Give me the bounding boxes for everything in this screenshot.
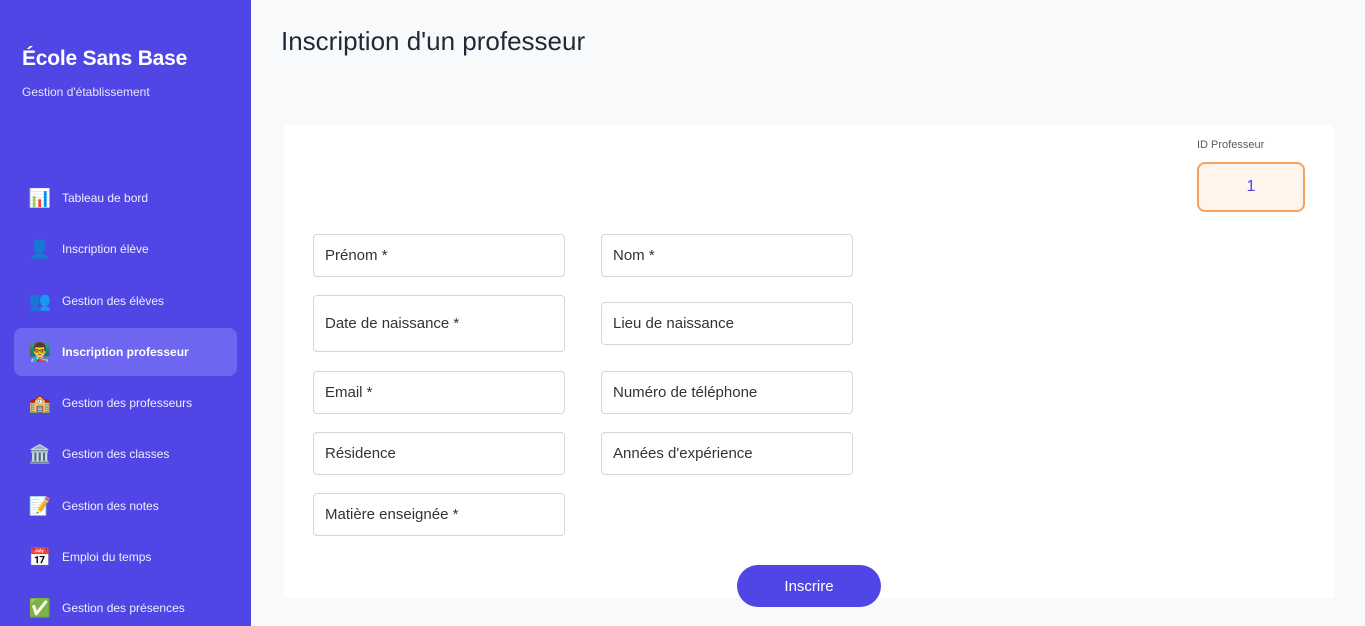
prenom-field[interactable]: Prénom * bbox=[313, 234, 565, 277]
brand-title: École Sans Base bbox=[22, 47, 188, 70]
sidebar-item-gestion-notes[interactable]: 📝 Gestion des notes bbox=[14, 482, 237, 530]
id-professeur-value: 1 bbox=[1197, 162, 1305, 212]
sidebar-item-label: Gestion des élèves bbox=[62, 293, 165, 308]
telephone-field[interactable]: Numéro de téléphone bbox=[601, 371, 853, 414]
sidebar-item-label: Gestion des professeurs bbox=[62, 396, 193, 411]
id-professeur-label: ID Professeur bbox=[1197, 139, 1265, 151]
sidebar-item-label: Gestion des notes bbox=[62, 498, 159, 513]
inscrire-button[interactable]: Inscrire bbox=[737, 565, 881, 607]
sidebar-item-gestion-presences[interactable]: ✅ Gestion des présences bbox=[14, 584, 237, 626]
matiere-field[interactable]: Matière enseignée * bbox=[313, 493, 565, 536]
chart-icon: 📊 bbox=[28, 188, 52, 208]
sidebar-item-label: Emploi du temps bbox=[62, 550, 152, 565]
sidebar-item-inscription-eleve[interactable]: 👤 Inscription élève bbox=[14, 225, 237, 273]
school-icon: 🏫 bbox=[28, 393, 52, 414]
experience-field[interactable]: Années d'expérience bbox=[601, 432, 853, 475]
sidebar-nav: 📊 Tableau de bord 👤 Inscription élève 👥 … bbox=[14, 174, 237, 626]
check-icon: ✅ bbox=[28, 598, 52, 619]
lieu-naissance-field[interactable]: Lieu de naissance bbox=[601, 302, 853, 345]
date-naissance-field[interactable]: Date de naissance * bbox=[313, 295, 565, 352]
sidebar-item-label: Inscription professeur bbox=[62, 344, 189, 359]
sidebar-item-label: Inscription élève bbox=[62, 242, 149, 257]
email-field[interactable]: Email * bbox=[313, 371, 565, 414]
nom-field[interactable]: Nom * bbox=[601, 234, 853, 277]
user-icon: 👤 bbox=[28, 239, 52, 260]
sidebar-item-label: Tableau de bord bbox=[62, 191, 149, 205]
calendar-icon: 📅 bbox=[28, 547, 52, 568]
teacher-icon: 👨‍🏫 bbox=[28, 341, 52, 362]
sidebar-item-gestion-professeurs[interactable]: 🏫 Gestion des professeurs bbox=[14, 379, 237, 427]
brand-subtitle: Gestion d'établissement bbox=[22, 85, 150, 99]
users-icon: 👥 bbox=[28, 290, 52, 311]
sidebar-item-label: Gestion des classes bbox=[62, 447, 170, 462]
sidebar-item-gestion-eleves[interactable]: 👥 Gestion des élèves bbox=[14, 277, 237, 325]
sidebar: École Sans Base Gestion d'établissement … bbox=[0, 0, 251, 626]
sidebar-item-emploi-du-temps[interactable]: 📅 Emploi du temps bbox=[14, 533, 237, 581]
memo-icon: 📝 bbox=[28, 495, 52, 516]
sidebar-item-inscription-professeur[interactable]: 👨‍🏫 Inscription professeur bbox=[14, 327, 237, 376]
sidebar-item-tableau-de-bord[interactable]: 📊 Tableau de bord bbox=[14, 174, 237, 222]
sidebar-item-label: Gestion des présences bbox=[62, 601, 185, 616]
building-icon: 🏛️ bbox=[28, 444, 52, 465]
residence-field[interactable]: Résidence bbox=[313, 432, 565, 475]
sidebar-item-gestion-classes[interactable]: 🏛️ Gestion des classes bbox=[14, 430, 237, 478]
page-title: Inscription d'un professeur bbox=[281, 26, 586, 56]
